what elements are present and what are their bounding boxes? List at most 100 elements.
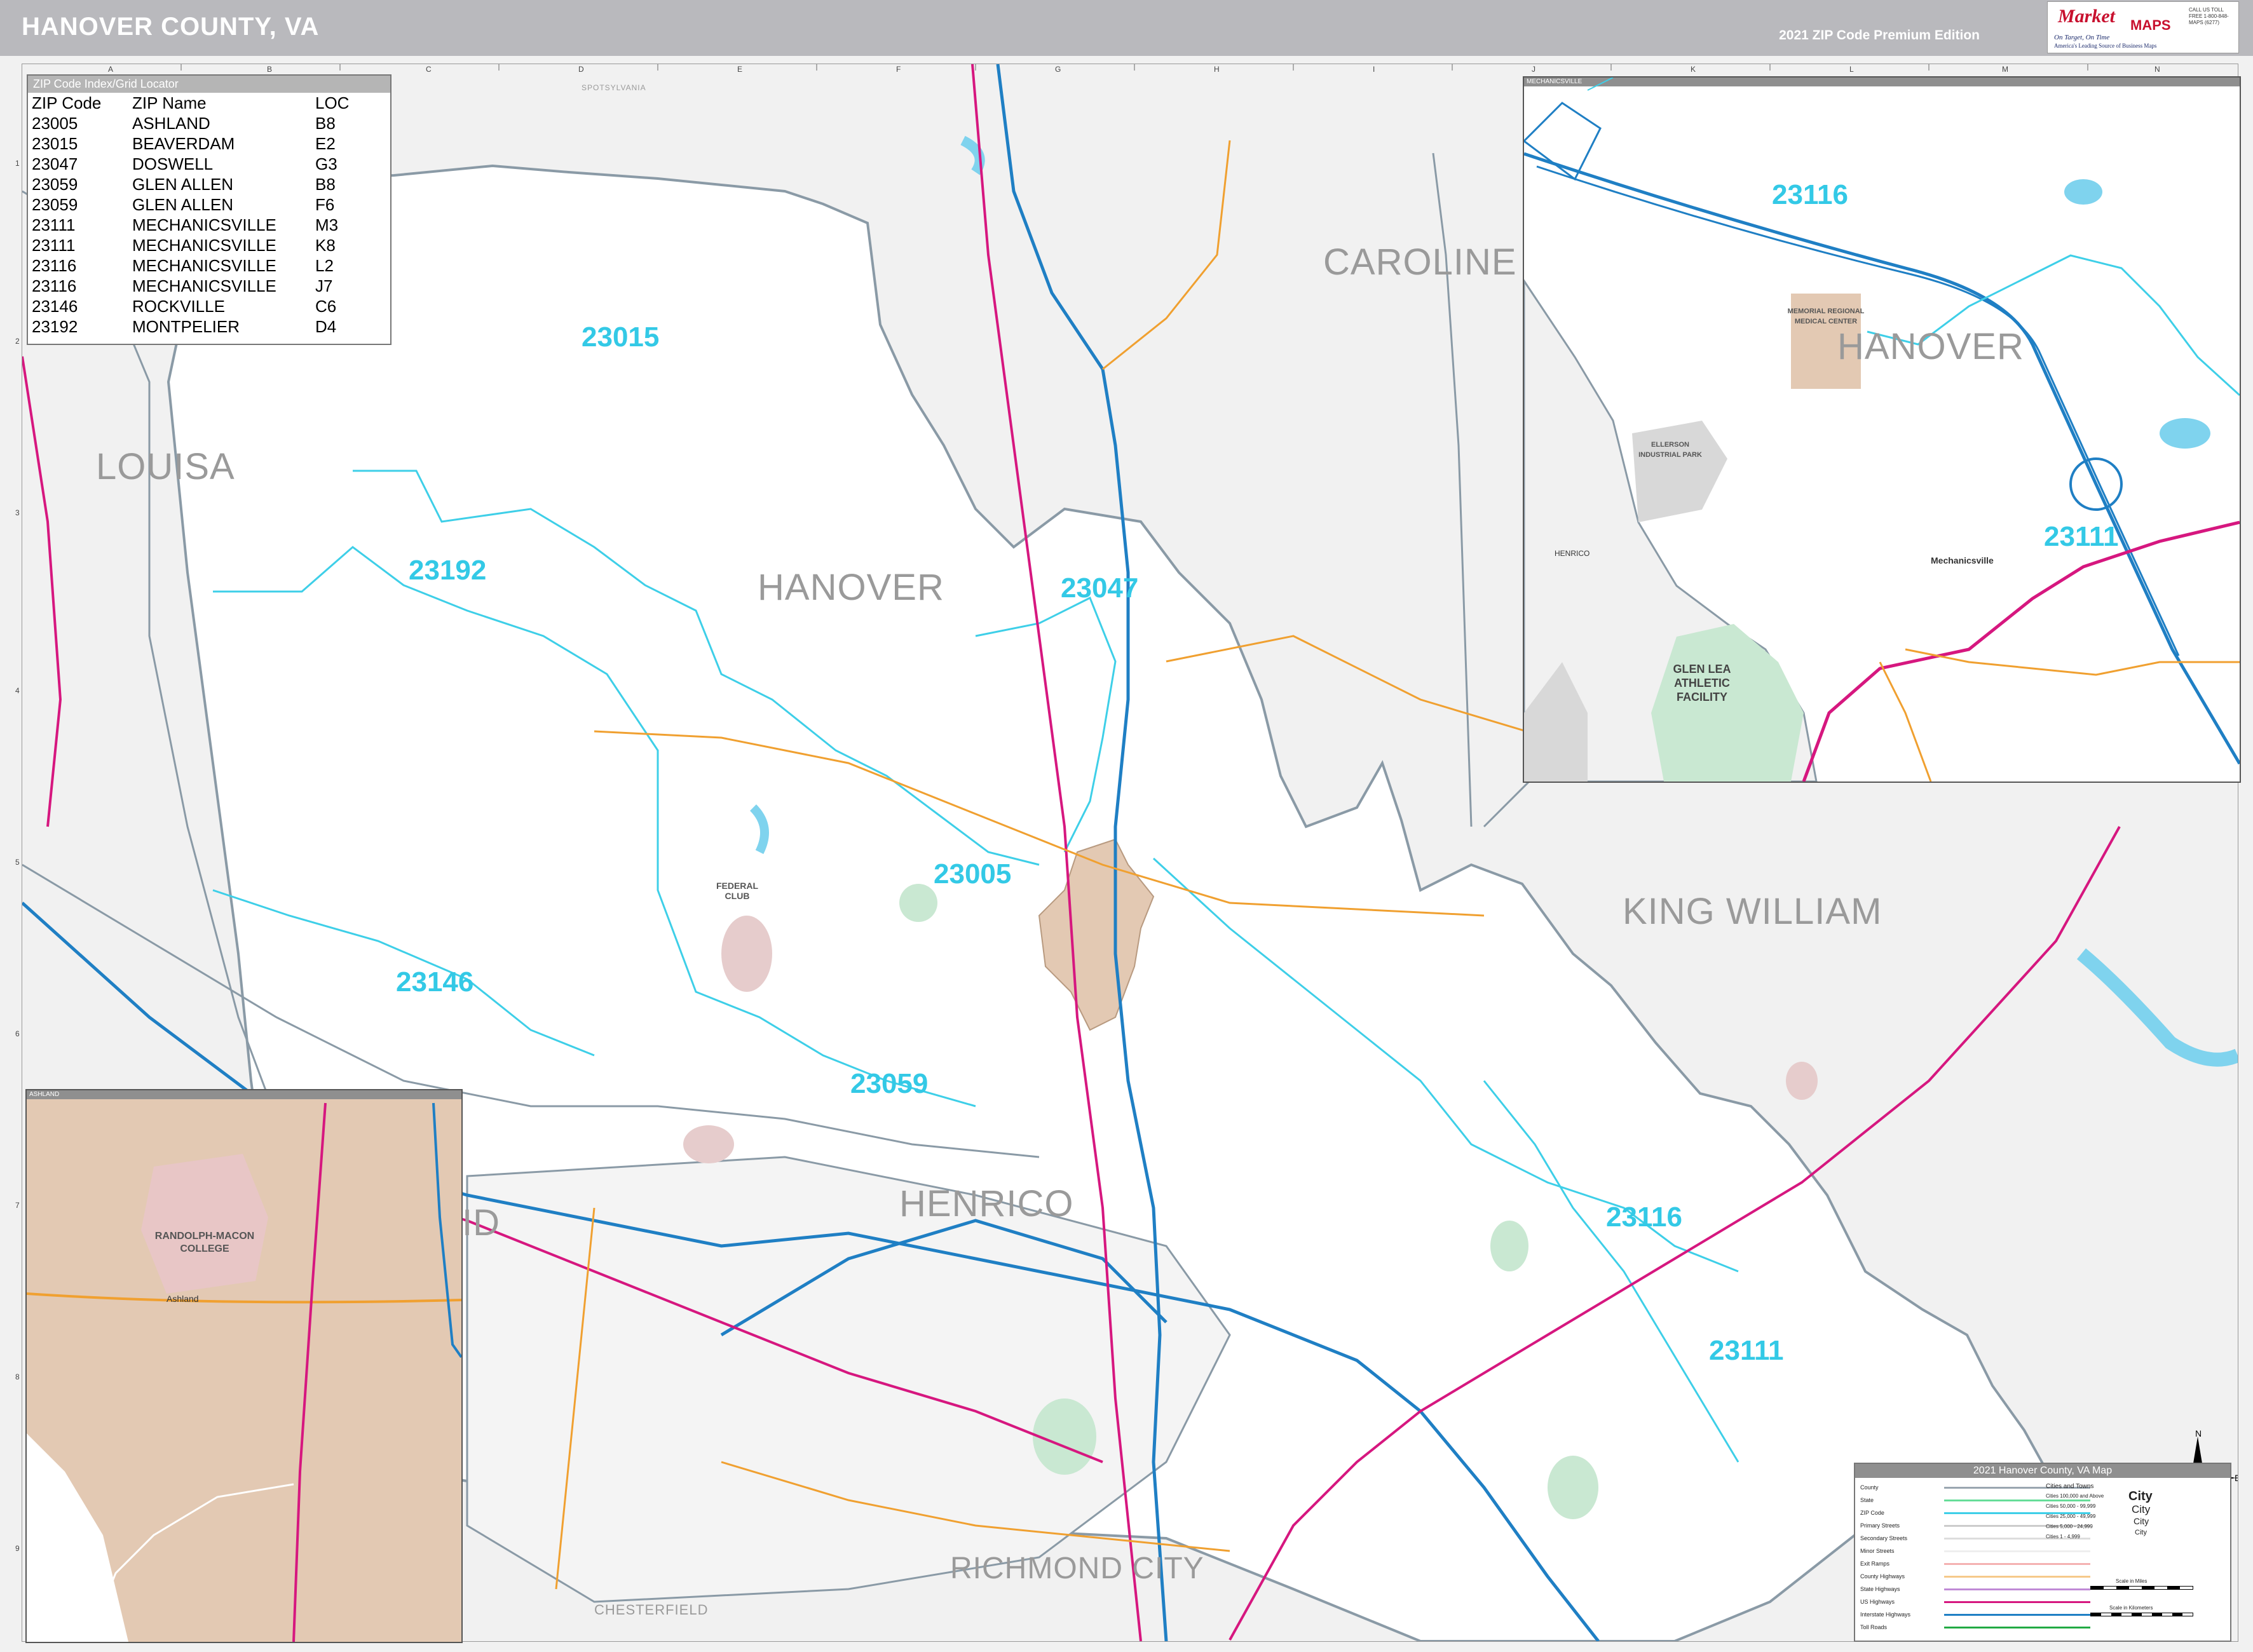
legend-exit: Exit Ramps xyxy=(1860,1561,1890,1567)
grid-col-F: F xyxy=(896,65,901,74)
grid-col-K: K xyxy=(1691,65,1696,74)
zip-name-cell: ROCKVILLE xyxy=(132,297,225,316)
zip-name-cell: GLEN ALLEN xyxy=(132,195,233,214)
table-row[interactable]: 23116 MECHANICSVILLE L2 xyxy=(29,255,351,276)
legend-city-25k: Cities 25,000 - 49,999 xyxy=(2046,1513,2096,1519)
county-label-spotsylvania: SPOTSYLVANIA xyxy=(582,83,646,92)
zip-name-cell: MONTPELIER xyxy=(132,317,240,336)
inset-town-ashland: Ashland xyxy=(167,1294,199,1304)
grid-col-H: H xyxy=(1214,65,1220,74)
logo-tagline: On Target, On Time xyxy=(2054,34,2110,41)
zip-cell: 23005 xyxy=(32,114,78,133)
inset-glen-lea: GLEN LEA ATHLETIC FACILITY xyxy=(1673,663,1731,703)
grid-row-6: 6 xyxy=(15,1029,20,1038)
zip-label-23192[interactable]: 23192 xyxy=(409,555,486,586)
legend-state: State xyxy=(1860,1497,1874,1503)
inset-ashland[interactable]: ASHLAND RANDOLPH-MACON COLLEGE Ashland xyxy=(25,1089,463,1643)
grid-row-9: 9 xyxy=(15,1544,20,1553)
zip-cell: 23059 xyxy=(32,175,78,194)
table-row[interactable]: 23192 MONTPELIER D4 xyxy=(29,316,351,337)
legend-swatch-toll xyxy=(1944,1627,2090,1628)
grid-col-E: E xyxy=(737,65,743,74)
river-1 xyxy=(960,135,985,175)
county-label-goochland-fragment: ID xyxy=(462,1202,500,1243)
grid-col-A: A xyxy=(108,65,114,74)
zip-name-cell: DOSWELL xyxy=(132,154,214,173)
zip-cell: 23111 xyxy=(32,236,76,255)
inset-medical-center: MEMORIAL REGIONAL MEDICAL CENTER xyxy=(1787,308,1865,325)
table-row[interactable]: 23111 MECHANICSVILLE M3 xyxy=(29,215,351,235)
legend-sample-city-2: City xyxy=(2132,1503,2151,1515)
grid-row-5: 5 xyxy=(15,858,20,867)
legend-sample-city-1: City xyxy=(2128,1489,2153,1503)
zip-col-header: ZIP Code xyxy=(32,93,102,112)
table-row[interactable]: 23047 DOSWELL G3 xyxy=(29,154,351,174)
inset-zip-23111[interactable]: 23111 xyxy=(2044,521,2119,553)
logo-subtagline: America's Leading Source of Business Map… xyxy=(2054,43,2157,49)
county-label-louisa: LOUISA xyxy=(96,446,235,487)
legend-swatch-minor xyxy=(1944,1550,2090,1552)
county-label-caroline: CAROLINE xyxy=(1323,241,1517,283)
table-row[interactable]: 23005 ASHLAND B8 xyxy=(29,113,351,133)
county-label-king-william: KING WILLIAM xyxy=(1623,891,1882,932)
grid-row-8: 8 xyxy=(15,1372,20,1381)
map-header: HANOVER COUNTY, VA 2021 ZIP Code Premium… xyxy=(0,0,2253,56)
compass-e: E xyxy=(2235,1473,2238,1483)
zip-name-cell: GLEN ALLEN xyxy=(132,175,233,194)
loc-cell: L2 xyxy=(315,256,334,275)
table-row[interactable]: 23116 MECHANICSVILLE J7 xyxy=(29,276,351,296)
legend-swatch-interstate xyxy=(1944,1614,2090,1616)
park-1 xyxy=(721,916,772,992)
grid-col-N: N xyxy=(2154,65,2160,74)
scale-bar-miles xyxy=(2090,1586,2193,1590)
grid-col-G: G xyxy=(1055,65,1061,74)
zip-label-23005[interactable]: 23005 xyxy=(934,858,1011,890)
market-maps-logo[interactable]: Market MAPS On Target, On Time America's… xyxy=(2047,1,2239,53)
legend-secondary: Secondary Streets xyxy=(1860,1535,1908,1541)
zip-cell: 23059 xyxy=(32,195,78,214)
legend-us-hwy: US Highways xyxy=(1860,1599,1895,1605)
legend-city-50k: Cities 50,000 - 99,999 xyxy=(2046,1503,2096,1509)
inset-zip-23116[interactable]: 23116 xyxy=(1772,179,1848,211)
loc-cell: J7 xyxy=(315,276,333,295)
logo-brand: Market xyxy=(2058,6,2115,27)
river-2 xyxy=(2076,948,2238,1067)
legend-cities-heading: Cities and Towns xyxy=(2046,1483,2094,1490)
county-label-henrico: HENRICO xyxy=(899,1183,1074,1224)
logo-brand-maps: MAPS xyxy=(2130,17,2171,33)
zip-label-23116[interactable]: 23116 xyxy=(1606,1202,1682,1233)
table-row[interactable]: 23059 GLEN ALLEN B8 xyxy=(29,174,351,194)
grid-col-D: D xyxy=(578,65,584,74)
park-6 xyxy=(683,1125,734,1163)
grid-row-3: 3 xyxy=(15,508,20,517)
table-row[interactable]: 23015 BEAVERDAM E2 xyxy=(29,133,351,154)
inset-town-mechanicsville: Mechanicsville xyxy=(1931,555,1994,565)
table-row[interactable]: 23059 GLEN ALLEN F6 xyxy=(29,194,351,215)
compass-n: N xyxy=(2195,1430,2202,1439)
zip-name-cell: MECHANICSVILLE xyxy=(132,276,276,295)
county-label-richmond: RICHMOND CITY xyxy=(950,1552,1204,1585)
zip-name-cell: ASHLAND xyxy=(132,114,210,133)
grid-ticks xyxy=(180,64,2088,71)
park-7 xyxy=(1786,1062,1818,1100)
zip-label-23111[interactable]: 23111 xyxy=(1709,1335,1784,1367)
zip-label-23047[interactable]: 23047 xyxy=(1061,572,1138,604)
zip-index-table: ZIP Code ZIP Name LOC 23005 ASHLAND B8 230… xyxy=(29,93,351,337)
loc-cell: B8 xyxy=(315,175,336,194)
table-row[interactable]: 23146 ROCKVILLE C6 xyxy=(29,296,351,316)
grid-col-C: C xyxy=(426,65,432,74)
zip-name-cell: MECHANICSVILLE xyxy=(132,256,276,275)
map-legend: 2021 Hanover County, VA Map County State… xyxy=(1854,1463,2231,1642)
zip-cell: 23116 xyxy=(32,256,77,275)
zip-label-23015[interactable]: 23015 xyxy=(582,322,659,353)
inset-mechanicsville[interactable]: MECHANICSVILLE 23116 23111 HANOVER HENRI… xyxy=(1523,76,2241,783)
legend-city-100k: Cities 100,000 and Above xyxy=(2046,1493,2104,1499)
scale-bar-km xyxy=(2090,1613,2193,1616)
loc-col-header: LOC xyxy=(315,93,350,112)
zip-label-23146[interactable]: 23146 xyxy=(396,966,473,998)
zip-label-23059[interactable]: 23059 xyxy=(850,1068,928,1100)
grid-col-J: J xyxy=(1532,65,1535,74)
loc-cell: E2 xyxy=(315,134,336,153)
zip-cell: 23192 xyxy=(32,317,78,336)
table-row[interactable]: 23111 MECHANICSVILLE K8 xyxy=(29,235,351,255)
